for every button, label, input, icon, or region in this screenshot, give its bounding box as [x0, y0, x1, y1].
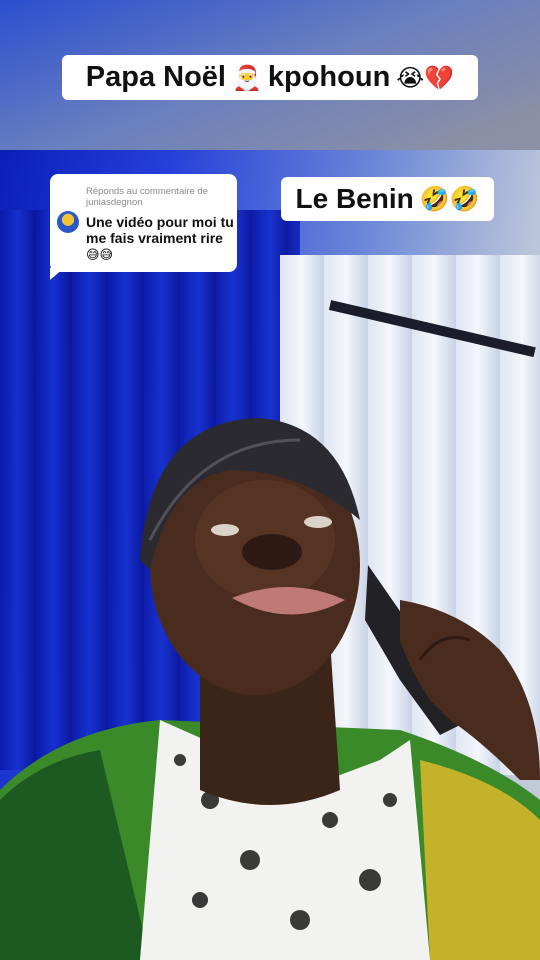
caption-benin-text: Le Benin [295, 183, 414, 214]
crying-brokenheart-emoji-icon: 😭💔 [396, 63, 455, 92]
sweat-smile-emoji-icon: 😅😅 [86, 248, 114, 263]
caption-top-text: Papa Noël [85, 61, 226, 93]
video-caption-benin: Le Benin 🤣🤣 [281, 177, 494, 221]
reply-sticker-tail [50, 268, 64, 280]
person-on-phone [0, 418, 540, 960]
avatar [57, 211, 79, 233]
reply-comment-sticker[interactable]: Réponds au commentaire de juniasdegnon U… [50, 174, 237, 272]
video-caption-top: Papa Noël 🎅 kpohoun 😭💔 [62, 55, 478, 100]
reply-header: Réponds au commentaire de juniasdegnon [86, 186, 232, 208]
reply-username: juniasdegnon [86, 197, 143, 208]
reply-header-label: Réponds au commentaire de [86, 186, 208, 197]
rofl-emoji-icon: 🤣🤣 [419, 185, 480, 213]
santa-emoji-icon: 🎅 [231, 63, 262, 92]
reply-comment-body: Une vidéo pour moi tu me fais vraiment r… [86, 214, 234, 246]
caption-top-text-2: kpohoun [267, 61, 391, 93]
reply-comment-text: Une vidéo pour moi tu me fais vraiment r… [86, 214, 236, 264]
video-background [0, 0, 540, 960]
